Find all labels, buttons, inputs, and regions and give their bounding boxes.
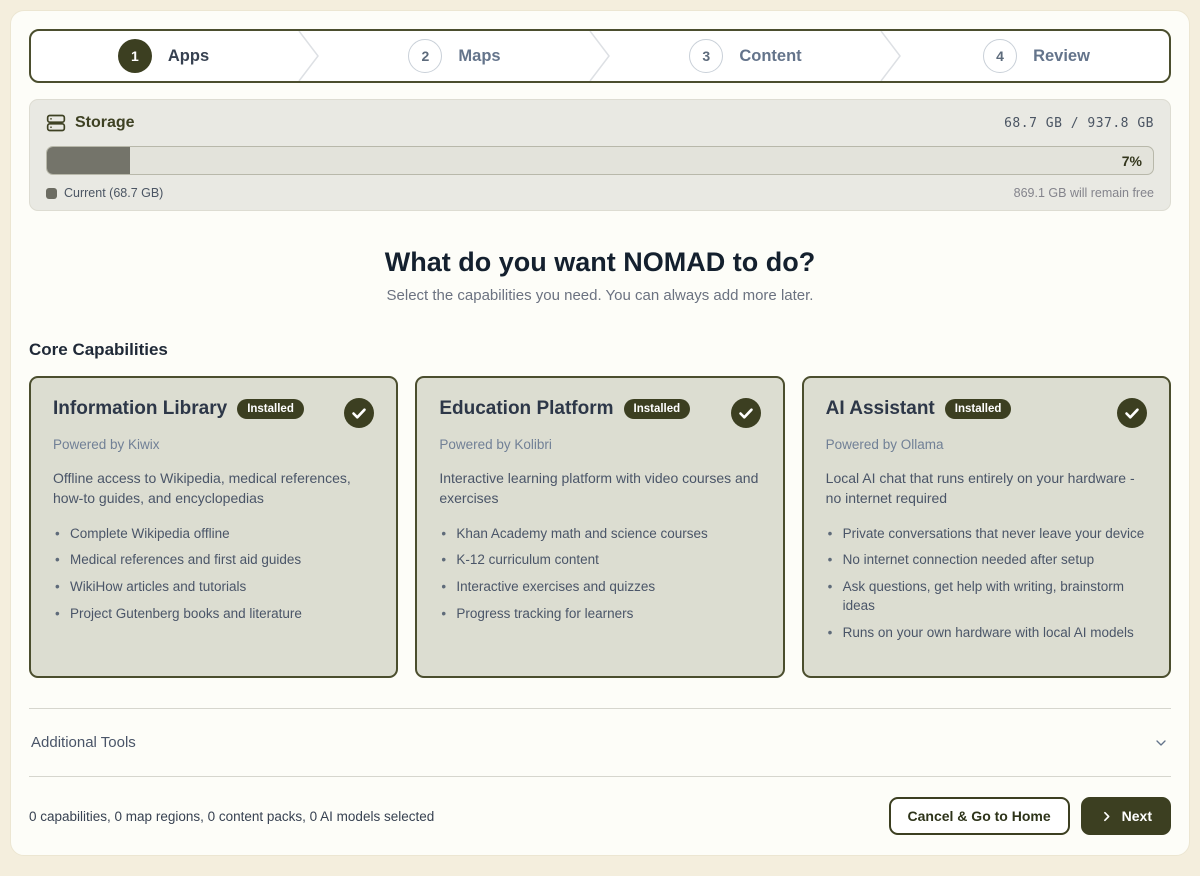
next-button-label: Next xyxy=(1122,808,1152,824)
wizard-stepper: 1 Apps 2 Maps 3 Content 4 Review xyxy=(29,29,1171,83)
card-description: Local AI chat that runs entirely on your… xyxy=(826,468,1147,509)
card-feature: Khan Academy math and science courses xyxy=(439,525,760,544)
legend-current-label: Current (68.7 GB) xyxy=(64,186,163,200)
storage-remaining-note: 869.1 GB will remain free xyxy=(1014,186,1154,200)
storage-progress-bar: 7% xyxy=(46,146,1154,175)
card-description: Offline access to Wikipedia, medical ref… xyxy=(53,468,374,509)
card-feature-list: Khan Academy math and science courses K-… xyxy=(439,525,760,625)
capability-card[interactable]: Information Library Installed Powered by… xyxy=(29,376,398,678)
chevron-right-icon xyxy=(1100,810,1113,823)
selected-check-icon xyxy=(344,398,374,433)
card-feature: Runs on your own hardware with local AI … xyxy=(826,624,1147,643)
step-review-label: Review xyxy=(1033,47,1090,66)
selection-summary: 0 capabilities, 0 map regions, 0 content… xyxy=(29,809,434,824)
card-feature: K-12 curriculum content xyxy=(439,551,760,570)
step-separator-chevron-icon xyxy=(878,29,904,83)
card-title: Education Platform xyxy=(439,398,613,420)
core-capabilities-heading: Core Capabilities xyxy=(29,340,1171,360)
step-content-number: 3 xyxy=(689,39,723,73)
capability-card[interactable]: AI Assistant Installed Powered by Ollama… xyxy=(802,376,1171,678)
step-content[interactable]: 3 Content xyxy=(613,31,878,81)
storage-percent-label: 7% xyxy=(1122,153,1142,169)
installed-badge: Installed xyxy=(237,399,304,419)
card-title: AI Assistant xyxy=(826,398,935,420)
card-feature: Project Gutenberg books and literature xyxy=(53,605,374,624)
step-apps-label: Apps xyxy=(168,47,209,66)
card-powered-by: Powered by Kolibri xyxy=(439,437,760,452)
card-feature: Complete Wikipedia offline xyxy=(53,525,374,544)
card-header: AI Assistant Installed xyxy=(826,398,1147,433)
card-feature: Progress tracking for learners xyxy=(439,605,760,624)
card-powered-by: Powered by Kiwix xyxy=(53,437,374,452)
cancel-button[interactable]: Cancel & Go to Home xyxy=(889,797,1070,835)
card-feature: WikiHow articles and tutorials xyxy=(53,578,374,597)
storage-usage-text: 68.7 GB / 937.8 GB xyxy=(1004,116,1154,131)
chevron-down-icon xyxy=(1153,735,1169,751)
step-maps[interactable]: 2 Maps xyxy=(322,31,587,81)
card-description: Interactive learning platform with video… xyxy=(439,468,760,509)
next-button[interactable]: Next xyxy=(1081,797,1171,835)
card-feature: Medical references and first aid guides xyxy=(53,551,374,570)
wizard-footer: 0 capabilities, 0 map regions, 0 content… xyxy=(29,777,1171,835)
selected-check-icon xyxy=(1117,398,1147,433)
card-feature: No internet connection needed after setu… xyxy=(826,551,1147,570)
main-panel: 1 Apps 2 Maps 3 Content 4 Review Storage… xyxy=(10,10,1190,856)
legend-current-swatch xyxy=(46,188,57,199)
installed-badge: Installed xyxy=(945,399,1012,419)
step-review-number: 4 xyxy=(983,39,1017,73)
step-maps-label: Maps xyxy=(458,47,500,66)
selected-check-icon xyxy=(731,398,761,433)
capability-card[interactable]: Education Platform Installed Powered by … xyxy=(415,376,784,678)
card-feature: Interactive exercises and quizzes xyxy=(439,578,760,597)
capability-cards: Information Library Installed Powered by… xyxy=(29,376,1171,678)
step-separator-chevron-icon xyxy=(587,29,613,83)
storage-progress-fill xyxy=(47,147,130,174)
step-review[interactable]: 4 Review xyxy=(904,31,1169,81)
installed-badge: Installed xyxy=(624,399,691,419)
hard-drive-icon xyxy=(46,113,66,133)
additional-tools-label: Additional Tools xyxy=(31,734,136,751)
step-content-label: Content xyxy=(739,47,801,66)
card-title: Information Library xyxy=(53,398,227,420)
storage-title: Storage xyxy=(75,114,135,132)
card-feature-list: Private conversations that never leave y… xyxy=(826,525,1147,643)
card-powered-by: Powered by Ollama xyxy=(826,437,1147,452)
storage-header: Storage 68.7 GB / 937.8 GB xyxy=(46,113,1154,133)
card-feature: Ask questions, get help with writing, br… xyxy=(826,578,1147,616)
storage-legend: Current (68.7 GB) 869.1 GB will remain f… xyxy=(46,186,1154,200)
step-apps[interactable]: 1 Apps xyxy=(31,31,296,81)
step-maps-number: 2 xyxy=(408,39,442,73)
storage-panel: Storage 68.7 GB / 937.8 GB 7% Current (6… xyxy=(29,99,1171,211)
card-header: Information Library Installed xyxy=(53,398,374,433)
card-header: Education Platform Installed xyxy=(439,398,760,433)
card-feature-list: Complete Wikipedia offline Medical refer… xyxy=(53,525,374,625)
page-title: What do you want NOMAD to do? xyxy=(29,247,1171,278)
additional-tools-toggle[interactable]: Additional Tools xyxy=(29,709,1171,776)
card-feature: Private conversations that never leave y… xyxy=(826,525,1147,544)
step-separator-chevron-icon xyxy=(296,29,322,83)
page-subtitle: Select the capabilities you need. You ca… xyxy=(29,287,1171,304)
step-apps-number: 1 xyxy=(118,39,152,73)
